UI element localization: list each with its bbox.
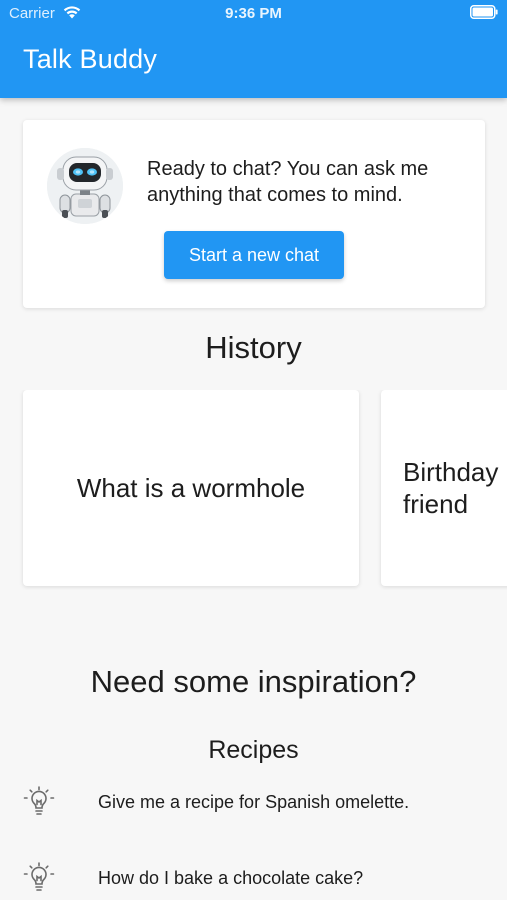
app-screen: Carrier 9:36 PM Talk Buddy Ready to chat… bbox=[0, 0, 507, 900]
lightbulb-icon bbox=[23, 862, 55, 891]
robot-avatar bbox=[47, 148, 123, 224]
inspiration-heading: Need some inspiration? bbox=[90, 664, 417, 699]
history-card[interactable]: What is a wormhole bbox=[23, 390, 359, 586]
chat-prompt-text: Ready to chat? You can ask me anything t… bbox=[147, 158, 429, 206]
status-bar: Carrier 9:36 PM bbox=[0, 0, 507, 28]
suggestion-item[interactable]: How do I bake a chocolate cake? bbox=[0, 854, 507, 900]
history-card-label: What is a wormhole bbox=[76, 473, 306, 503]
start-new-chat-button[interactable]: Start a new chat bbox=[164, 231, 344, 279]
history-card-label: Birthday friend bbox=[403, 457, 499, 519]
history-carousel[interactable]: What is a wormhole Birthday friend bbox=[0, 390, 507, 590]
new-chat-card: Ready to chat? You can ask me anything t… bbox=[23, 120, 485, 308]
recipes-category-heading: Recipes bbox=[208, 736, 299, 764]
lightbulb-icon bbox=[23, 786, 55, 815]
battery-icon bbox=[470, 5, 498, 19]
app-bar: Carrier 9:36 PM Talk Buddy bbox=[0, 0, 507, 98]
suggestion-text: How do I bake a chocolate cake? bbox=[98, 868, 364, 888]
history-card[interactable]: Birthday friend bbox=[381, 390, 507, 586]
suggestion-text: Give me a recipe for Spanish omelette. bbox=[98, 792, 410, 812]
history-heading: History bbox=[205, 330, 302, 365]
app-title: Talk Buddy bbox=[23, 44, 158, 74]
suggestion-item[interactable]: Give me a recipe for Spanish omelette. bbox=[0, 778, 507, 828]
status-time: 9:36 PM bbox=[225, 5, 282, 22]
